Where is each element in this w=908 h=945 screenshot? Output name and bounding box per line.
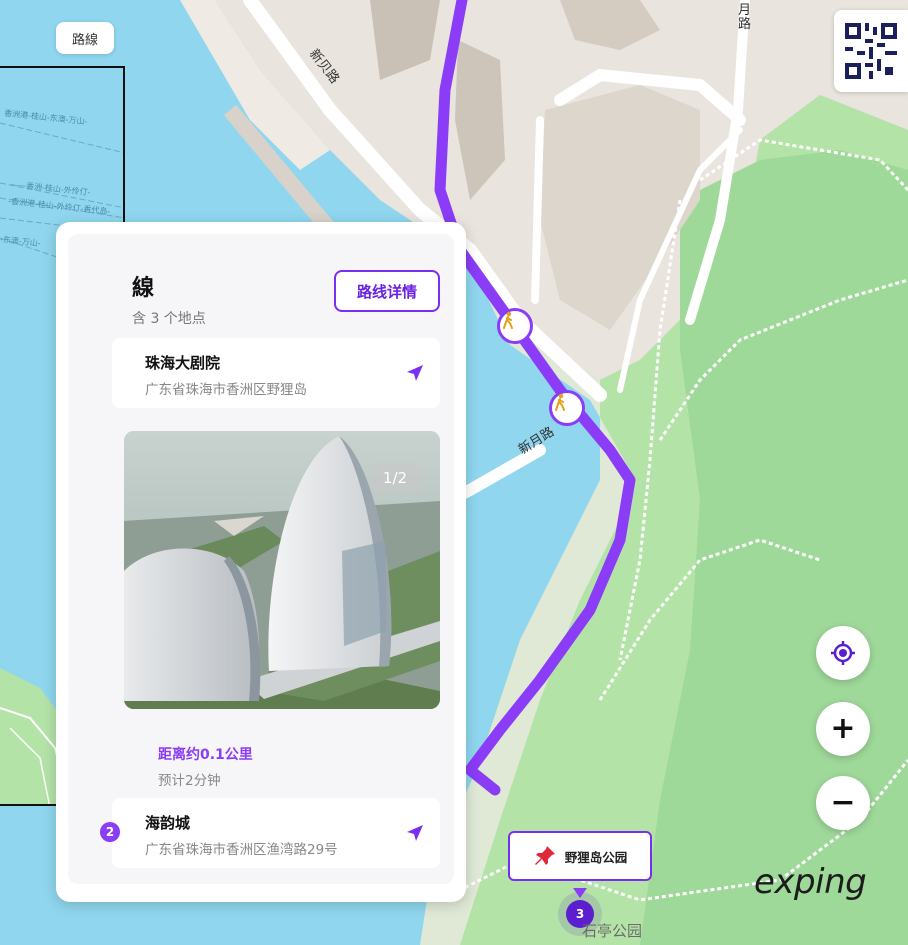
- walking-person-icon: [555, 393, 565, 411]
- stop-item-1[interactable]: 珠海大剧院 广东省珠海市香洲区野狸岛: [112, 338, 440, 408]
- plus-icon: +: [830, 711, 856, 746]
- zoom-out-button[interactable]: −: [816, 776, 870, 830]
- navigate-button[interactable]: [402, 360, 428, 386]
- photo-counter: 1/2: [368, 463, 422, 493]
- pushpin-icon: [534, 846, 555, 865]
- route-tag[interactable]: 路線: [56, 22, 114, 54]
- target-icon: [831, 641, 855, 665]
- segment-duration: 预计2分钟: [158, 773, 221, 789]
- walking-marker-1[interactable]: [497, 308, 533, 344]
- poi-label-text: 野狸岛公园: [564, 849, 628, 865]
- stop-address: 广东省珠海市香洲区野狸岛: [145, 382, 307, 398]
- poi-label-yelidao-park[interactable]: 野狸岛公园: [508, 831, 652, 881]
- walking-person-icon: [503, 311, 513, 329]
- stop-item-2[interactable]: 2 海韵城 广东省珠海市香洲区渔湾路29号: [100, 798, 440, 868]
- route-card: 線 含 3 个地点 路线详情 珠海大剧院 广东省珠海市香洲区野狸岛 1/2 距离…: [56, 222, 466, 902]
- qr-code-icon: [845, 23, 897, 79]
- stop-name: 海韵城: [145, 814, 191, 832]
- stop-address: 广东省珠海市香洲区渔湾路29号: [145, 842, 338, 858]
- route-details-button[interactable]: 路线详情: [334, 270, 440, 312]
- locate-me-button[interactable]: [816, 626, 870, 680]
- qr-code[interactable]: [834, 10, 908, 92]
- stop-name: 珠海大剧院: [145, 354, 221, 372]
- street-label-yue-top: 月路: [738, 3, 752, 32]
- route-subtitle: 含 3 个地点: [132, 311, 206, 327]
- route-title: 線: [132, 276, 155, 301]
- route-card-body: 線 含 3 个地点 路线详情 珠海大剧院 广东省珠海市香洲区野狸岛 1/2 距离…: [68, 234, 454, 884]
- park-label: 石亭公园: [582, 922, 643, 940]
- navigation-arrow-icon: [407, 825, 423, 841]
- walking-marker-2[interactable]: [549, 390, 585, 426]
- stop-number-badge: 2: [100, 822, 120, 842]
- zoom-in-button[interactable]: +: [816, 702, 870, 756]
- segment-distance: 距离约0.1公里: [158, 747, 253, 763]
- navigation-arrow-icon: [407, 365, 423, 381]
- exping-logo: exping: [754, 862, 867, 902]
- navigate-button[interactable]: [402, 820, 428, 846]
- minus-icon: −: [830, 785, 856, 820]
